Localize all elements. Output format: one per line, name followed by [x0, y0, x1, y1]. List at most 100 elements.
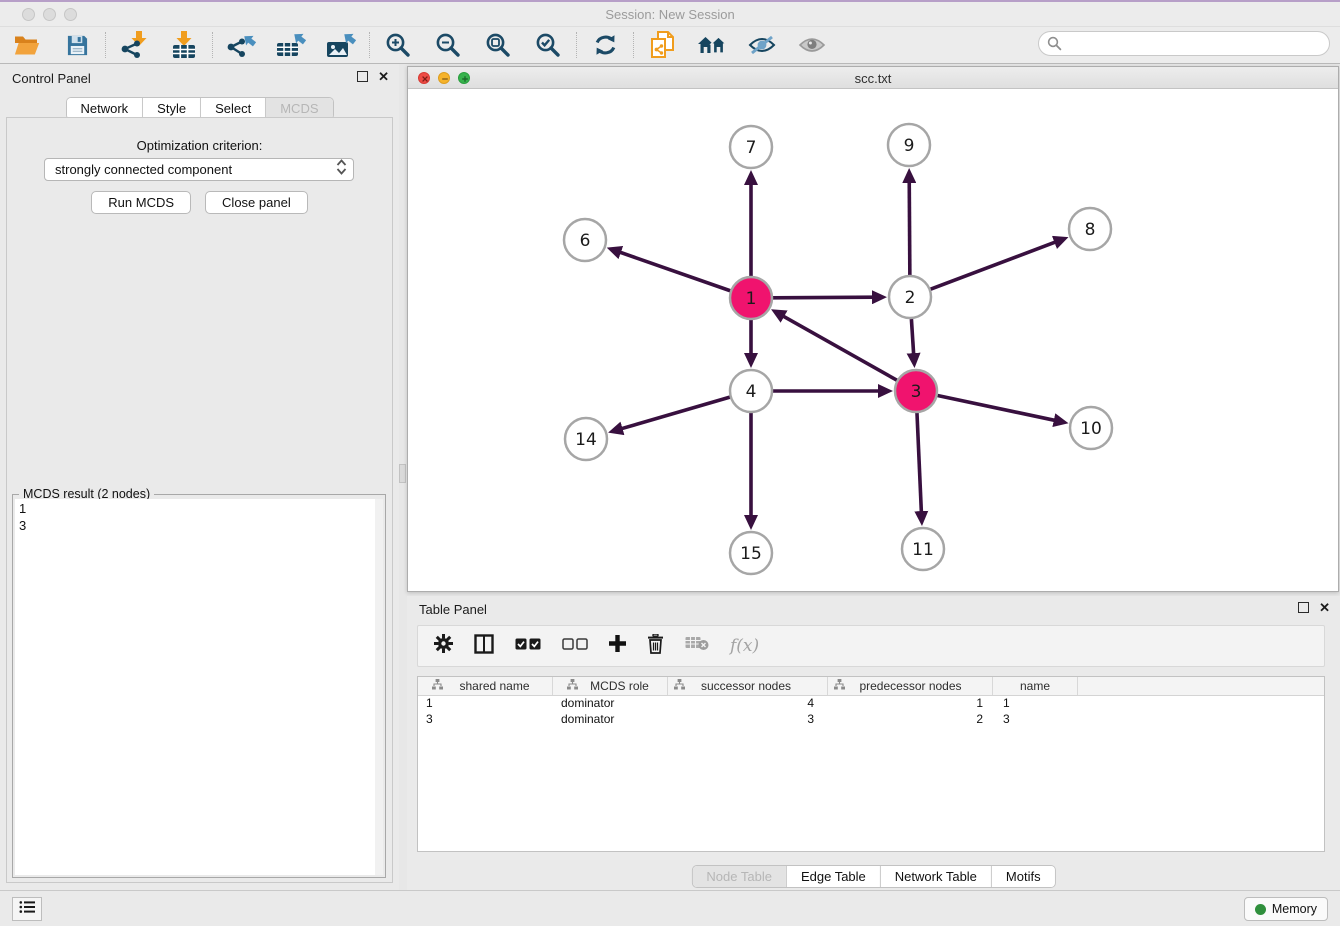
task-history-button[interactable]: [12, 897, 42, 921]
hierarchy-icon: [567, 679, 578, 693]
show-columns-button[interactable]: [474, 634, 494, 659]
dropdown-stepper-icon: [336, 159, 347, 180]
close-panel-icon[interactable]: ✕: [378, 71, 389, 82]
mcds-result-line: 1: [19, 500, 379, 517]
search-icon: [1047, 36, 1062, 56]
table-row[interactable]: 1 dominator 4 1 1: [418, 696, 1324, 712]
refresh-icon: [593, 33, 618, 57]
new-network-from-selection-button[interactable]: [647, 30, 677, 60]
vertical-splitter[interactable]: [399, 64, 407, 890]
columns-icon: [474, 634, 494, 659]
graph-edge-4-14[interactable]: [621, 397, 730, 429]
tab-select[interactable]: Select: [200, 98, 265, 119]
network-window-titlebar[interactable]: scc.txt: [408, 67, 1338, 89]
search-input[interactable]: [1038, 31, 1330, 56]
tab-mcds[interactable]: MCDS: [265, 98, 332, 119]
open-file-button[interactable]: [12, 30, 42, 60]
export-table-button[interactable]: [276, 30, 306, 60]
graph-edge-3-1[interactable]: [782, 316, 896, 381]
column-header-predecessor-nodes[interactable]: predecessor nodes: [828, 677, 993, 695]
tab-node-table[interactable]: Node Table: [692, 866, 786, 887]
graph-node-10[interactable]: 10: [1070, 407, 1112, 449]
zoom-in-button[interactable]: [383, 30, 413, 60]
import-network-button[interactable]: [119, 30, 149, 60]
hierarchy-icon: [834, 679, 845, 693]
hide-selected-button[interactable]: [747, 30, 777, 60]
deselect-all-button[interactable]: [562, 637, 588, 655]
eye-slash-icon: [748, 35, 776, 55]
toolbar-separator: [576, 32, 577, 58]
network-canvas[interactable]: 7 9 6 8 1 2 4 3 14 10 15 11: [408, 89, 1338, 591]
mcds-result-textarea[interactable]: 1 3: [15, 499, 383, 875]
graph-edge-2-8[interactable]: [931, 242, 1057, 290]
export-network-button[interactable]: [226, 30, 256, 60]
first-neighbors-button[interactable]: [697, 30, 727, 60]
vertical-splitter-handle[interactable]: [399, 464, 406, 483]
tab-edge-table[interactable]: Edge Table: [786, 866, 880, 887]
graph-node-2[interactable]: 2: [889, 276, 931, 318]
graph-node-4[interactable]: 4: [730, 370, 772, 412]
save-session-button[interactable]: [62, 30, 92, 60]
copy-network-icon: [649, 31, 676, 59]
tab-style[interactable]: Style: [142, 98, 200, 119]
close-panel-button[interactable]: Close panel: [205, 191, 308, 214]
import-table-button[interactable]: [169, 30, 199, 60]
result-scrollbar[interactable]: [375, 499, 383, 875]
zoom-out-button[interactable]: [433, 30, 463, 60]
toolbar-separator: [105, 32, 106, 58]
export-network-icon: [226, 31, 256, 59]
graph-edge-2-9[interactable]: [909, 181, 910, 275]
graph-node-8[interactable]: 8: [1069, 208, 1111, 250]
graph-edge-3-11[interactable]: [917, 413, 921, 513]
criterion-dropdown[interactable]: strongly connected component: [44, 158, 354, 181]
graph-edge-3-10[interactable]: [938, 396, 1056, 421]
table-panel: Table Panel ✕ f(x) shared name MCDS role…: [407, 596, 1340, 890]
tab-motifs[interactable]: Motifs: [991, 866, 1055, 887]
close-table-panel-icon[interactable]: ✕: [1319, 602, 1330, 613]
run-mcds-button[interactable]: Run MCDS: [91, 191, 191, 214]
control-panel-title: Control Panel: [12, 71, 91, 86]
memory-button-label: Memory: [1272, 902, 1317, 916]
cell-mcds-role: dominator: [553, 696, 668, 712]
control-panel-header: Control Panel ✕: [0, 64, 399, 92]
delete-table-button[interactable]: [685, 636, 709, 656]
graph-edge-1-6[interactable]: [619, 252, 730, 291]
graph-node-15[interactable]: 15: [730, 532, 772, 574]
function-icon: f(x): [730, 636, 759, 656]
graph-node-9[interactable]: 9: [888, 124, 930, 166]
float-table-panel-icon[interactable]: [1298, 602, 1309, 613]
float-panel-icon[interactable]: [357, 71, 368, 82]
toolbar-separator: [369, 32, 370, 58]
graph-node-7[interactable]: 7: [730, 126, 772, 168]
eye-icon: [798, 36, 826, 54]
graph-node-11[interactable]: 11: [902, 528, 944, 570]
graph-node-1[interactable]: 1: [730, 277, 772, 319]
plus-icon: [609, 635, 626, 657]
select-all-button[interactable]: [515, 637, 541, 655]
add-row-button[interactable]: [609, 635, 626, 657]
zoom-selected-button[interactable]: [533, 30, 563, 60]
table-row[interactable]: 3 dominator 3 2 3: [418, 712, 1324, 728]
column-header-shared-name[interactable]: shared name: [418, 677, 553, 695]
show-all-button[interactable]: [797, 30, 827, 60]
export-image-button[interactable]: [326, 30, 356, 60]
function-builder-button[interactable]: f(x): [730, 636, 759, 656]
memory-button[interactable]: Memory: [1244, 897, 1328, 921]
cell-name: 3: [993, 712, 1078, 728]
refresh-view-button[interactable]: [590, 30, 620, 60]
network-graph[interactable]: 7 9 6 8 1 2 4 3 14 10 15 11: [408, 89, 1338, 591]
table-settings-button[interactable]: [434, 634, 453, 658]
tab-network[interactable]: Network: [66, 98, 142, 119]
network-window-title: scc.txt: [408, 71, 1338, 86]
tab-network-table[interactable]: Network Table: [880, 866, 991, 887]
column-header-successor-nodes[interactable]: successor nodes: [668, 677, 828, 695]
graph-node-6[interactable]: 6: [564, 219, 606, 261]
column-header-name[interactable]: name: [993, 677, 1078, 695]
delete-row-button[interactable]: [647, 634, 664, 659]
graph-edge-1-2[interactable]: [773, 297, 874, 298]
graph-node-14[interactable]: 14: [565, 418, 607, 460]
column-header-mcds-role[interactable]: MCDS role: [553, 677, 668, 695]
graph-node-3[interactable]: 3: [895, 370, 937, 412]
zoom-fit-button[interactable]: [483, 30, 513, 60]
graph-edge-2-3[interactable]: [911, 319, 913, 355]
